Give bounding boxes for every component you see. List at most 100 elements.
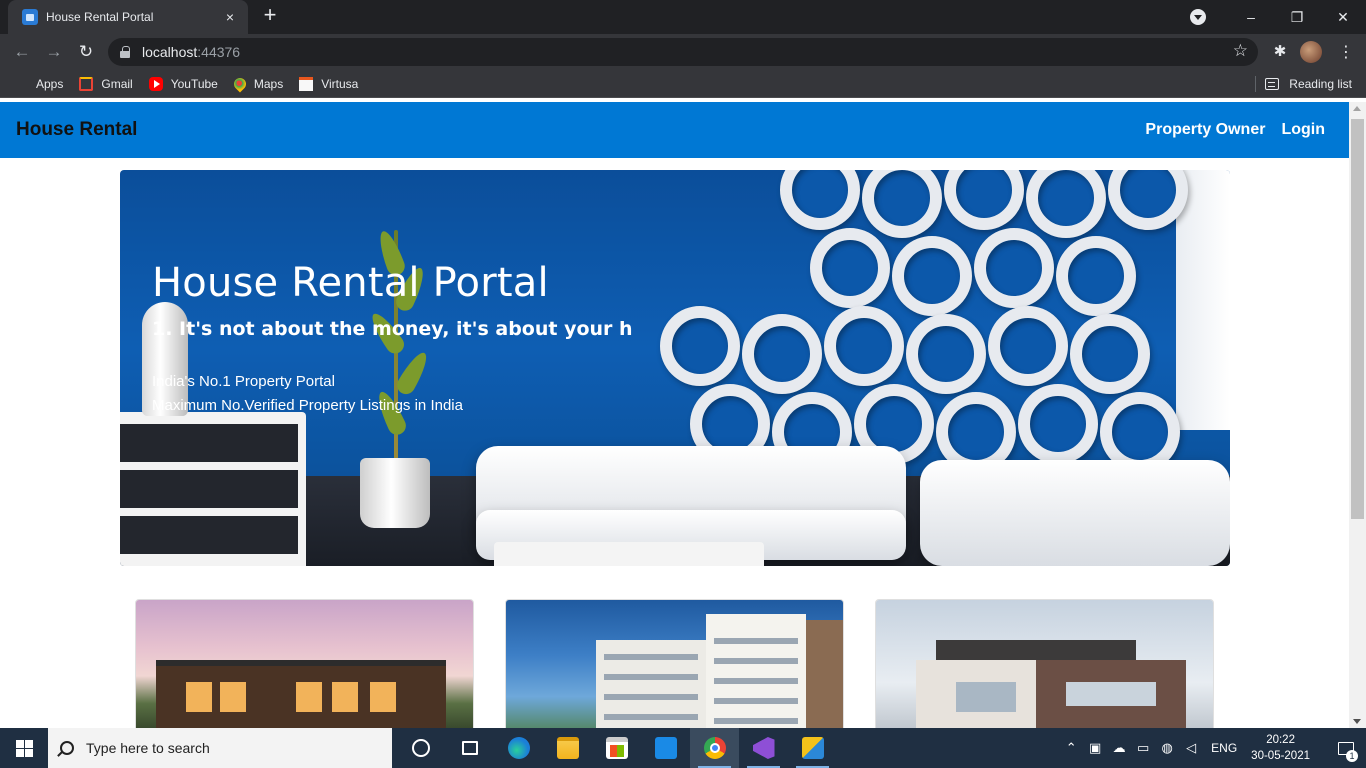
- reading-list-label: Reading list: [1289, 77, 1352, 91]
- address-bar[interactable]: localhost :44376 ☆: [108, 38, 1258, 66]
- reading-list-button[interactable]: Reading list: [1265, 70, 1352, 98]
- bookmark-label: Apps: [36, 76, 64, 91]
- hero-ring: [906, 314, 986, 394]
- search-icon: [60, 741, 74, 755]
- lock-icon[interactable]: [120, 46, 130, 58]
- cortana-button[interactable]: [396, 728, 445, 768]
- bookmark-apps[interactable]: Apps: [14, 77, 63, 91]
- hero-ring: [1108, 170, 1188, 230]
- property-cards: [135, 599, 1215, 728]
- windows-icon: [15, 739, 33, 757]
- property-card[interactable]: [505, 599, 844, 728]
- apps-icon: [14, 77, 28, 91]
- windows-taskbar: Type here to search ⌃ ▣ ☁ ▭ ◍ ◁ ENG 20:2…: [0, 728, 1366, 768]
- scroll-up-icon[interactable]: [1353, 106, 1361, 111]
- restore-button[interactable]: ❐: [1274, 0, 1320, 34]
- scroll-down-icon[interactable]: [1353, 719, 1361, 724]
- toolbar-right: ✱ ⋮: [1268, 40, 1366, 64]
- hero-ring: [1018, 384, 1098, 464]
- onedrive-icon[interactable]: ☁: [1107, 740, 1131, 756]
- bookmarks-bar: Apps Gmail YouTube Maps Virtusa Reading …: [0, 70, 1366, 98]
- back-button[interactable]: ←: [10, 40, 34, 64]
- hero-ring: [988, 306, 1068, 386]
- search-placeholder: Type here to search: [86, 740, 210, 756]
- task-view-button[interactable]: [445, 728, 494, 768]
- bookmark-gmail[interactable]: Gmail: [79, 76, 133, 91]
- meet-now-icon[interactable]: ▣: [1083, 740, 1107, 756]
- forward-button[interactable]: →: [42, 40, 66, 64]
- battery-icon[interactable]: ▭: [1131, 740, 1155, 756]
- file-explorer-icon: [556, 737, 579, 759]
- taskbar-app-edge[interactable]: [494, 728, 543, 768]
- clock[interactable]: 20:22 30-05-2021: [1251, 732, 1310, 764]
- bookmarks-divider: [1255, 76, 1256, 92]
- bookmark-maps[interactable]: Maps: [231, 75, 284, 92]
- task-view-icon: [461, 741, 478, 755]
- taskbar-app-misc[interactable]: [788, 728, 837, 768]
- taskbar-app-store[interactable]: [592, 728, 641, 768]
- bookmark-label: YouTube: [170, 76, 218, 91]
- page-scrollbar[interactable]: [1349, 102, 1366, 728]
- browser-menu-icon[interactable]: ⋮: [1334, 42, 1358, 62]
- nav-link-login[interactable]: Login: [1281, 121, 1325, 139]
- hero-ring: [862, 170, 942, 238]
- bookmark-label: Gmail: [101, 76, 133, 91]
- system-tray: ⌃ ▣ ☁ ▭ ◍ ◁ ENG 20:22 30-05-2021 1: [1059, 728, 1366, 768]
- tab-search-icon[interactable]: [1190, 9, 1206, 25]
- hero-ring: [824, 306, 904, 386]
- start-button[interactable]: [0, 728, 48, 768]
- bookmark-label: Virtusa: [321, 76, 359, 91]
- property-card[interactable]: [875, 599, 1214, 728]
- nav-links: Property Owner Login: [1129, 121, 1325, 139]
- clock-date: 30-05-2021: [1251, 750, 1310, 762]
- notification-center-button[interactable]: 1: [1326, 728, 1366, 768]
- bookmark-youtube[interactable]: YouTube: [148, 76, 218, 91]
- volume-icon[interactable]: ◁: [1179, 740, 1203, 756]
- site-favicon-icon: [22, 9, 38, 25]
- reading-list-icon: [1265, 78, 1280, 90]
- gmail-icon: [79, 76, 94, 91]
- minimize-button[interactable]: –: [1228, 0, 1274, 34]
- clock-time: 20:22: [1266, 734, 1295, 746]
- extensions-icon[interactable]: ✱: [1268, 40, 1292, 64]
- hero-ring: [974, 228, 1054, 308]
- taskbar-app-chrome[interactable]: [690, 728, 739, 768]
- language-indicator[interactable]: ENG: [1211, 741, 1237, 755]
- bookmark-label: Maps: [253, 76, 284, 91]
- chevron-up-icon[interactable]: ⌃: [1059, 740, 1083, 756]
- network-icon[interactable]: ◍: [1155, 740, 1179, 756]
- hero-ring: [1070, 314, 1150, 394]
- taskbar-app-mail[interactable]: [641, 728, 690, 768]
- new-tab-button[interactable]: +: [258, 4, 282, 28]
- hero-coffee-table: [494, 542, 764, 566]
- window-controls: – ❐ ✕: [1190, 0, 1366, 34]
- url-port: :44376: [197, 44, 241, 60]
- hero-ring: [660, 306, 740, 386]
- property-card[interactable]: [135, 599, 474, 728]
- url-host: localhost: [142, 44, 198, 60]
- site-brand[interactable]: House Rental: [16, 119, 137, 141]
- taskbar-app-visual-studio[interactable]: [739, 728, 788, 768]
- browser-toolbar: ← → ↻ localhost :44376 ☆ ✱ ⋮: [0, 34, 1366, 70]
- bookmark-star-icon[interactable]: ☆: [1233, 41, 1248, 61]
- hero-wall-edge: [1176, 170, 1230, 430]
- reload-button[interactable]: ↻: [74, 40, 98, 64]
- scrollbar-thumb[interactable]: [1351, 119, 1364, 519]
- hero-subtitle-line: Maximum No.Verified Property Listings in…: [152, 397, 463, 414]
- hero-text: House Rental Portal 1. It's not about th…: [152, 260, 633, 418]
- taskbar-search[interactable]: Type here to search: [48, 728, 392, 768]
- hero-armchair: [920, 460, 1230, 566]
- visual-studio-icon: [752, 737, 775, 759]
- tab-close-icon[interactable]: ×: [222, 9, 238, 25]
- nav-link-property-owner[interactable]: Property Owner: [1145, 121, 1265, 139]
- hero-subtitle: India's No.1 Property Portal Maximum No.…: [152, 370, 633, 418]
- hero-tagline: 1. It's not about the money, it's about …: [152, 318, 633, 340]
- maps-icon: [231, 75, 249, 92]
- youtube-icon: [148, 76, 163, 91]
- taskbar-app-file-explorer[interactable]: [543, 728, 592, 768]
- bookmark-virtusa[interactable]: Virtusa: [299, 76, 359, 91]
- browser-tab[interactable]: House Rental Portal ×: [8, 0, 248, 34]
- close-window-button[interactable]: ✕: [1320, 0, 1366, 34]
- hero-ring: [810, 228, 890, 308]
- profile-avatar[interactable]: [1300, 41, 1322, 63]
